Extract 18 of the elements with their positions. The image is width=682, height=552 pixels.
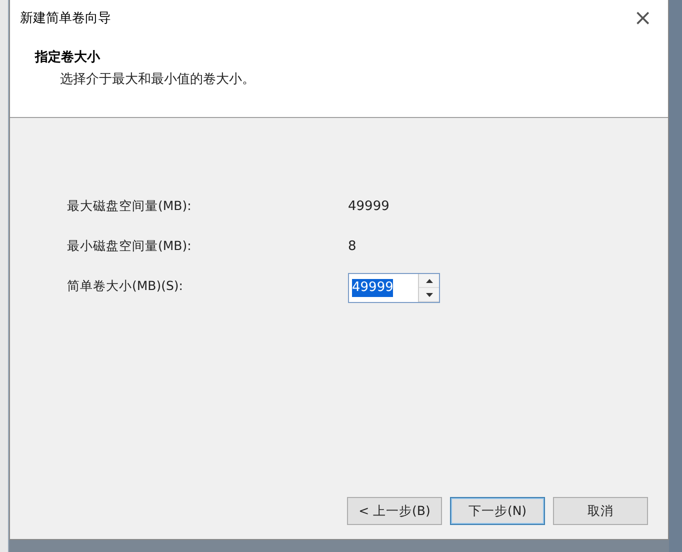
field-label: 最小磁盘空间量(MB): (67, 238, 192, 254)
wizard-button[interactable]: 下一步(N) (450, 497, 545, 525)
down-arrow-icon (426, 292, 432, 296)
up-arrow-icon (426, 278, 432, 282)
size-spinner[interactable]: 49999 (348, 273, 440, 303)
close-button[interactable]: × (628, 6, 658, 30)
field-value: 8 (348, 238, 356, 254)
field-label: 最大磁盘空间量(MB): (67, 198, 192, 214)
increment-button[interactable] (419, 274, 439, 288)
decrement-button[interactable] (419, 288, 439, 302)
step-title: 指定卷大小 (35, 48, 102, 66)
selected-value[interactable]: 49999 (352, 279, 394, 297)
step-description: 选择介于最大和最小值的卷大小。 (59, 71, 256, 88)
window-title: 新建简单卷向导 (20, 10, 111, 27)
wizard-button[interactable]: 取消 (553, 497, 648, 525)
field-label: 简单卷大小(MB)(S): (67, 278, 184, 294)
field-value: 49999 (348, 198, 390, 214)
wizard-button[interactable]: < 上一步(B) (347, 497, 442, 525)
